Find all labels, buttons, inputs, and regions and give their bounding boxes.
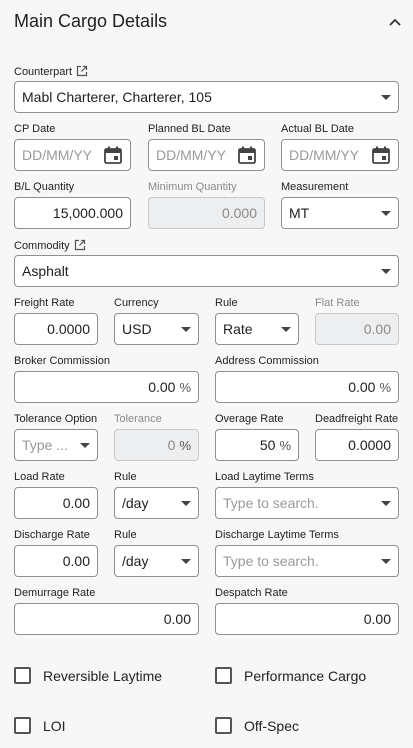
despatch-rate-input[interactable]: 0.00 [215,603,399,635]
address-commission-label: Address Commission [215,355,319,367]
address-commission-input[interactable]: 0.00 % [215,371,399,403]
chevron-down-icon [381,500,391,506]
discharge-laytime-terms-select[interactable]: Type to search. [215,545,399,577]
currency-label: Currency [114,297,159,309]
calendar-icon[interactable] [371,145,391,165]
currency-select[interactable]: USD [114,313,199,345]
loi-checkbox[interactable]: LOI [14,717,66,734]
measurement-label: Measurement [281,181,349,193]
commodity-select[interactable]: Asphalt [14,255,399,287]
overage-rate-label: Overage Rate [215,413,284,425]
chevron-down-icon [381,94,391,100]
discharge-rule-select[interactable]: /day [114,545,199,577]
chevron-down-icon [181,558,191,564]
chevron-down-icon [381,268,391,274]
demurrage-rate-label: Demurrage Rate [14,587,96,599]
chevron-down-icon [381,558,391,564]
performance-cargo-checkbox[interactable]: Performance Cargo [215,667,366,684]
measurement-select[interactable]: MT [281,197,399,229]
minimum-quantity-input: 0.000 [148,197,265,229]
chevron-up-icon[interactable] [387,14,403,30]
deadfreight-rate-label: Deadfreight Rate [315,413,399,425]
cp-date-input[interactable]: DD/MM/YY [14,139,131,171]
off-spec-checkbox[interactable]: Off-Spec [215,717,299,734]
tolerance-label: Tolerance [114,413,162,425]
checkbox-icon[interactable] [14,717,31,734]
planned-bl-date-label: Planned BL Date [148,123,231,135]
flat-rate-label: Flat Rate [315,297,360,309]
external-link-icon[interactable] [74,239,86,251]
broker-commission-input[interactable]: 0.00 % [14,371,199,403]
checkbox-icon[interactable] [215,717,232,734]
counterpart-label: Counterpart [14,65,88,78]
chevron-down-icon [181,326,191,332]
chevron-down-icon [181,500,191,506]
freight-rate-label: Freight Rate [14,297,75,309]
demurrage-rate-input[interactable]: 0.00 [14,603,199,635]
discharge-rate-label: Discharge Rate [14,529,90,541]
load-laytime-terms-select[interactable]: Type to search. [215,487,399,519]
bl-quantity-label: B/L Quantity [14,181,75,193]
tolerance-option-select[interactable]: Type ... [14,429,98,461]
load-rate-input[interactable]: 0.00 [14,487,98,519]
load-rate-label: Load Rate [14,471,65,483]
rule-select[interactable]: Rate [215,313,299,345]
broker-commission-label: Broker Commission [14,355,110,367]
tolerance-input: 0 % [114,429,199,461]
rule-label: Rule [215,297,238,309]
discharge-rate-input[interactable]: 0.00 [14,545,98,577]
minimum-quantity-label: Minimum Quantity [148,181,237,193]
load-laytime-terms-label: Load Laytime Terms [215,471,314,483]
checkbox-icon[interactable] [14,667,31,684]
discharge-laytime-terms-label: Discharge Laytime Terms [215,529,339,541]
chevron-down-icon [281,326,291,332]
tolerance-option-label: Tolerance Option [14,413,98,425]
commodity-label: Commodity [14,239,86,252]
deadfreight-rate-input[interactable]: 0.0000 [315,429,399,461]
actual-bl-date-label: Actual BL Date [281,123,354,135]
discharge-rule-label: Rule [114,529,137,541]
actual-bl-date-input[interactable]: DD/MM/YY [281,139,399,171]
overage-rate-input[interactable]: 50 % [215,429,299,461]
load-rule-label: Rule [114,471,137,483]
counterpart-select[interactable]: Mabl Charterer, Charterer, 105 [14,81,399,113]
section-title: Main Cargo Details [14,11,168,31]
cp-date-label: CP Date [14,123,56,135]
load-rule-select[interactable]: /day [114,487,199,519]
chevron-down-icon [381,210,391,216]
bl-quantity-input[interactable]: 15,000.000 [14,197,131,229]
flat-rate-input: 0.00 [315,313,399,345]
despatch-rate-label: Despatch Rate [215,587,288,599]
planned-bl-date-input[interactable]: DD/MM/YY [148,139,265,171]
external-link-icon[interactable] [76,65,88,77]
calendar-icon[interactable] [103,145,123,165]
calendar-icon[interactable] [237,145,257,165]
counterpart-value: Mabl Charterer, Charterer, 105 [22,89,212,105]
reversible-laytime-checkbox[interactable]: Reversible Laytime [14,667,162,684]
checkbox-icon[interactable] [215,667,232,684]
freight-rate-input[interactable]: 0.0000 [14,313,98,345]
chevron-down-icon [80,442,90,448]
